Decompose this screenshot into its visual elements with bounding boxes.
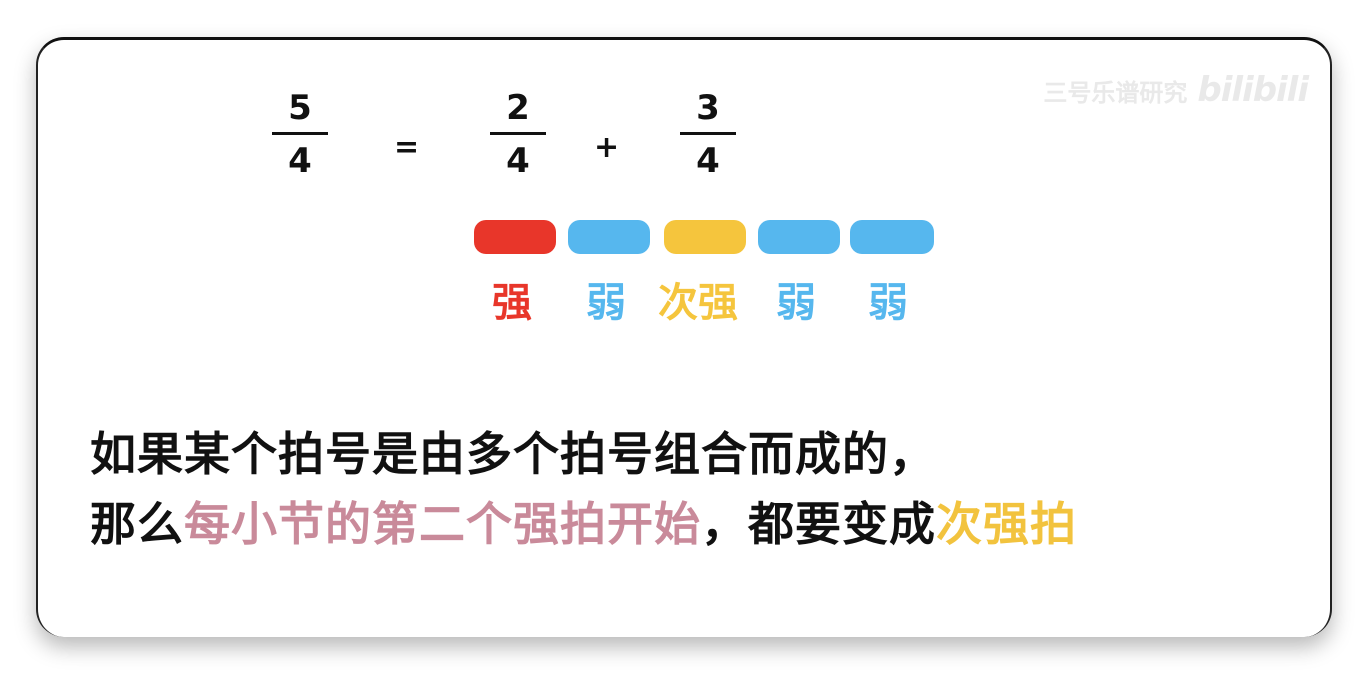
- beat-pill-1: [474, 220, 556, 254]
- caption-line-2-middle: ，都要变成: [701, 497, 936, 551]
- plus-sign: +: [594, 130, 620, 165]
- beat-label-4: 弱: [776, 280, 816, 326]
- fraction-numerator: 3: [696, 88, 720, 128]
- fraction-2-4: 2 4: [488, 88, 548, 181]
- caption-highlight-yellow: 次强拍: [936, 497, 1077, 551]
- fraction-numerator: 2: [506, 88, 530, 128]
- beat-pill-3: [664, 220, 746, 254]
- slide-card: 5 4 = 2 4 + 3 4 强 弱 次强 弱 弱 如果某个拍号是由多个拍号组…: [36, 37, 1332, 637]
- fraction-denominator: 4: [696, 141, 720, 181]
- fraction-3-4: 3 4: [678, 88, 738, 181]
- bilibili-watermark: 三号乐谱研究 bilibili: [1043, 70, 1309, 110]
- watermark-channel: 三号乐谱研究: [1043, 79, 1188, 107]
- caption-line-2: 那么每小节的第二个强拍开始，都要变成次强拍: [90, 496, 1077, 552]
- caption-line-1: 如果某个拍号是由多个拍号组合而成的，: [90, 426, 936, 482]
- caption-highlight-pink: 每小节的第二个强拍开始: [184, 497, 701, 551]
- beat-pill-2: [568, 220, 650, 254]
- bilibili-logo: bilibili: [1197, 70, 1309, 110]
- fraction-numerator: 5: [288, 88, 312, 128]
- beat-label-1: 强: [492, 280, 532, 326]
- equals-sign: =: [394, 130, 420, 165]
- fraction-denominator: 4: [288, 141, 312, 181]
- fraction-bar: [490, 132, 546, 135]
- beat-label-2: 弱: [586, 280, 626, 326]
- fraction-5-4: 5 4: [270, 88, 330, 181]
- beat-pill-4: [758, 220, 840, 254]
- beat-label-5: 弱: [868, 280, 908, 326]
- fraction-bar: [680, 132, 736, 135]
- caption-line-2-prefix: 那么: [90, 497, 184, 551]
- caption-line-1-text: 如果某个拍号是由多个拍号组合而成的，: [90, 427, 936, 481]
- fraction-denominator: 4: [506, 141, 530, 181]
- beat-pill-5: [850, 220, 934, 254]
- fraction-bar: [272, 132, 328, 135]
- beat-label-3: 次强: [658, 280, 738, 326]
